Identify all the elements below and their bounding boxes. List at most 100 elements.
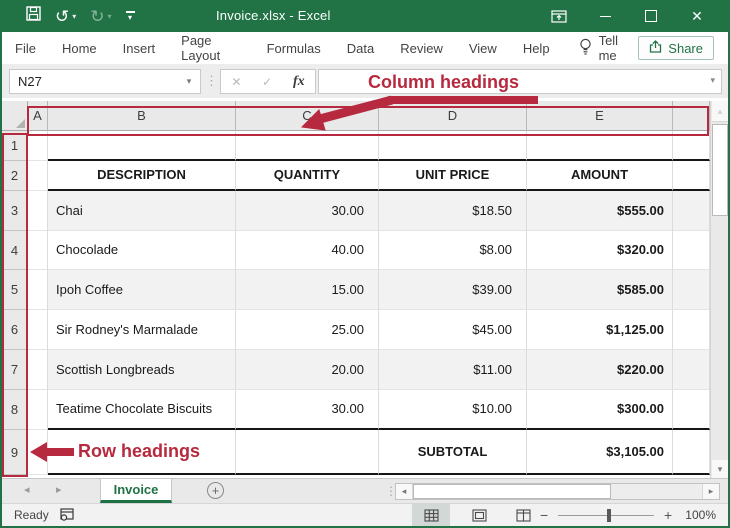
row-header-9[interactable]: 9 <box>2 430 28 475</box>
cell-E8[interactable]: $300.00 <box>527 390 673 430</box>
sheet-tab-invoice[interactable]: Invoice <box>100 479 172 503</box>
formula-input[interactable]: ▾ <box>318 69 722 94</box>
cell-B4[interactable]: Chocolade <box>48 231 236 270</box>
horizontal-scroll-thumb[interactable] <box>413 484 611 499</box>
minimize-button[interactable] <box>582 0 628 32</box>
cell-E4[interactable]: $320.00 <box>527 231 673 270</box>
tab-help[interactable]: Help <box>510 32 563 64</box>
tab-page-layout[interactable]: Page Layout <box>168 32 253 64</box>
cell-B5[interactable]: Ipoh Coffee <box>48 270 236 310</box>
zoom-in-icon[interactable]: + <box>664 507 672 523</box>
row-header-4[interactable]: 4 <box>2 231 28 270</box>
cell-F7[interactable] <box>673 350 710 390</box>
maximize-button[interactable] <box>628 0 674 32</box>
cell-A4[interactable] <box>28 231 48 270</box>
insert-function-icon[interactable]: fx <box>293 74 305 90</box>
cell-E1[interactable] <box>527 131 673 161</box>
cell-A2[interactable] <box>28 161 48 191</box>
cell-E2[interactable]: AMOUNT <box>527 161 673 191</box>
horizontal-scrollbar[interactable]: ◂ ▸ <box>395 483 720 500</box>
cell-A7[interactable] <box>28 350 48 390</box>
cell-C2[interactable]: QUANTITY <box>236 161 379 191</box>
cell-F8[interactable] <box>673 390 710 430</box>
cell-E6[interactable]: $1,125.00 <box>527 310 673 350</box>
cell-B3[interactable]: Chai <box>48 191 236 231</box>
cell-F4[interactable] <box>673 231 710 270</box>
customize-quick-access-button[interactable]: ▾ <box>126 11 135 21</box>
formula-bar-expand-icon[interactable]: ▾ <box>710 75 715 86</box>
cell-E7[interactable]: $220.00 <box>527 350 673 390</box>
row-header-5[interactable]: 5 <box>2 270 28 310</box>
cell-A6[interactable] <box>28 310 48 350</box>
enter-icon[interactable]: ✓ <box>262 75 272 89</box>
name-box-caret-icon[interactable]: ▾ <box>178 76 200 87</box>
cell-C6[interactable]: 25.00 <box>236 310 379 350</box>
cell-D2[interactable]: UNIT PRICE <box>379 161 527 191</box>
cell-C9[interactable] <box>236 430 379 475</box>
cell-A8[interactable] <box>28 390 48 430</box>
cell-C5[interactable]: 15.00 <box>236 270 379 310</box>
cell-F3[interactable] <box>673 191 710 231</box>
scroll-left-icon[interactable]: ◂ <box>396 484 413 499</box>
zoom-out-icon[interactable]: − <box>540 507 548 523</box>
row-header-7[interactable]: 7 <box>2 350 28 390</box>
cell-E5[interactable]: $585.00 <box>527 270 673 310</box>
vertical-scroll-thumb[interactable] <box>712 124 728 216</box>
cell-E9[interactable]: $3,105.00 <box>527 430 673 475</box>
cell-B9[interactable] <box>48 430 236 475</box>
ribbon-display-options-button[interactable] <box>536 0 582 32</box>
cell-C3[interactable]: 30.00 <box>236 191 379 231</box>
select-all-button[interactable] <box>2 101 28 131</box>
zoom-slider-handle[interactable] <box>607 509 611 522</box>
column-header-D[interactable]: D <box>379 101 527 131</box>
scroll-down-icon[interactable]: ▾ <box>712 460 728 478</box>
vertical-scrollbar[interactable]: ▴ ▾ <box>710 101 728 478</box>
cell-F9[interactable] <box>673 430 710 475</box>
cell-D7[interactable]: $11.00 <box>379 350 527 390</box>
sheet-nav-left-icon[interactable]: ◂ <box>24 483 30 496</box>
cell-C7[interactable]: 20.00 <box>236 350 379 390</box>
row-header-3[interactable]: 3 <box>2 191 28 231</box>
cell-B7[interactable]: Scottish Longbreads <box>48 350 236 390</box>
scroll-up-icon[interactable]: ▴ <box>712 101 728 122</box>
page-break-preview-button[interactable] <box>504 504 542 526</box>
save-icon[interactable] <box>26 6 41 26</box>
cell-D3[interactable]: $18.50 <box>379 191 527 231</box>
tab-formulas[interactable]: Formulas <box>254 32 334 64</box>
cell-A3[interactable] <box>28 191 48 231</box>
page-layout-view-button[interactable] <box>460 504 498 526</box>
cell-B8[interactable]: Teatime Chocolate Biscuits <box>48 390 236 430</box>
normal-view-button[interactable] <box>412 504 450 526</box>
column-header-C[interactable]: C <box>236 101 379 131</box>
formula-bar-drag-handle[interactable]: ⋮ <box>205 73 218 89</box>
row-header-1[interactable]: 1 <box>2 131 28 161</box>
cell-D8[interactable]: $10.00 <box>379 390 527 430</box>
undo-button[interactable]: ↺ ▾ <box>55 8 76 25</box>
cell-B1[interactable] <box>48 131 236 161</box>
scroll-right-icon[interactable]: ▸ <box>702 484 719 499</box>
cell-F6[interactable] <box>673 310 710 350</box>
tab-data[interactable]: Data <box>334 32 387 64</box>
close-button[interactable]: ✕ <box>674 0 720 32</box>
cell-C1[interactable] <box>236 131 379 161</box>
zoom-level-label[interactable]: 100% <box>685 508 716 522</box>
zoom-slider-track[interactable] <box>558 515 654 516</box>
cell-E3[interactable]: $555.00 <box>527 191 673 231</box>
cell-C4[interactable]: 40.00 <box>236 231 379 270</box>
cell-D5[interactable]: $39.00 <box>379 270 527 310</box>
cancel-icon[interactable]: ✕ <box>231 75 241 89</box>
cell-F5[interactable] <box>673 270 710 310</box>
sheet-nav-right-icon[interactable]: ▸ <box>56 483 62 496</box>
name-box[interactable]: N27 ▾ <box>9 69 201 94</box>
row-header-6[interactable]: 6 <box>2 310 28 350</box>
cell-D1[interactable] <box>379 131 527 161</box>
tab-file[interactable]: File <box>2 32 49 64</box>
row-header-2[interactable]: 2 <box>2 161 28 191</box>
cell-A1[interactable] <box>28 131 48 161</box>
tell-me-button[interactable]: Tell me <box>579 33 639 63</box>
macro-record-icon[interactable] <box>60 508 75 524</box>
cell-D4[interactable]: $8.00 <box>379 231 527 270</box>
row-header-8[interactable]: 8 <box>2 390 28 430</box>
column-header-B[interactable]: B <box>48 101 236 131</box>
cell-A9[interactable] <box>28 430 48 475</box>
